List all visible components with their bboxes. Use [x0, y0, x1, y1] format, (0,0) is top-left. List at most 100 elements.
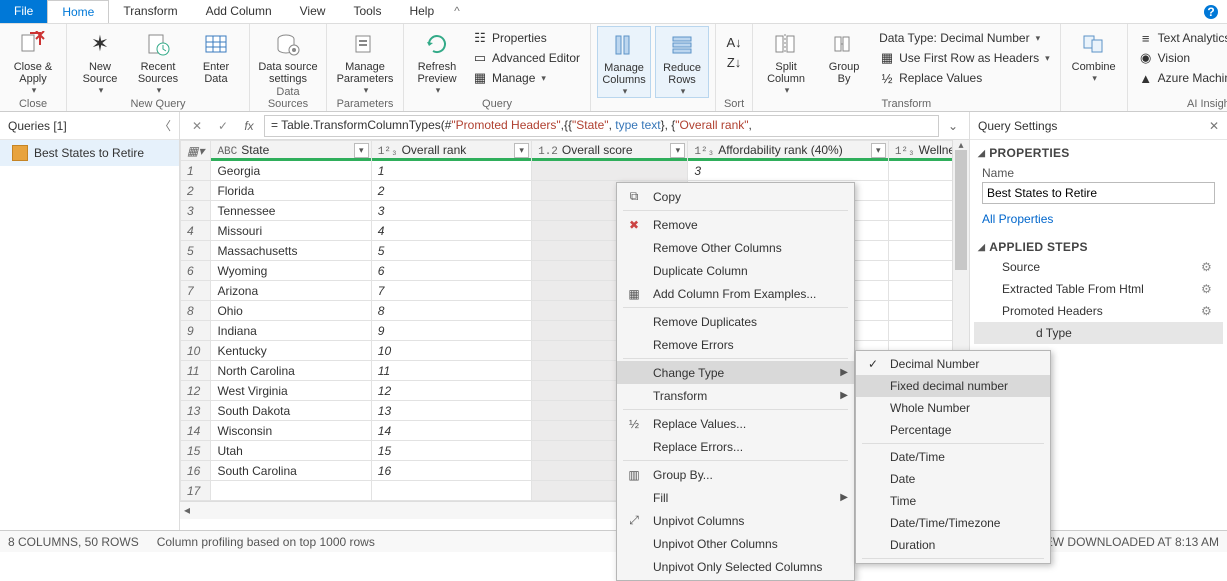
vision-button[interactable]: ◉Vision: [1134, 48, 1227, 68]
filter-icon[interactable]: ▾: [354, 143, 369, 158]
cell-state[interactable]: Ohio: [211, 301, 371, 321]
triangle-icon[interactable]: ◢: [978, 148, 985, 159]
ctx-add-from-examples[interactable]: ▦Add Column From Examples...: [617, 282, 854, 305]
ctx-copy[interactable]: ⧉Copy: [617, 185, 854, 208]
type-whole[interactable]: Whole Number: [856, 397, 1050, 419]
row-number[interactable]: 16: [181, 461, 211, 481]
row-number[interactable]: 15: [181, 441, 211, 461]
filter-icon[interactable]: ▾: [871, 143, 886, 158]
reduce-rows-button[interactable]: Reduce Rows▾: [655, 26, 709, 98]
col-score[interactable]: 1.2Overall score▾: [532, 141, 688, 161]
ctx-replace-errors[interactable]: Replace Errors...: [617, 435, 854, 458]
step-promoted[interactable]: Promoted Headers⚙: [974, 300, 1223, 322]
col-state[interactable]: ABCState▾: [211, 141, 371, 161]
row-number[interactable]: 10: [181, 341, 211, 361]
cell-rank[interactable]: 11: [371, 361, 531, 381]
ctx-change-type[interactable]: Change Type▶: [617, 361, 854, 384]
col-rank[interactable]: 1²₃Overall rank▾: [371, 141, 531, 161]
cell-state[interactable]: Massachusetts: [211, 241, 371, 261]
cell-state[interactable]: South Dakota: [211, 401, 371, 421]
step-source[interactable]: Source⚙: [974, 256, 1223, 278]
row-number[interactable]: 13: [181, 401, 211, 421]
manage-button[interactable]: ▦Manage▾: [468, 68, 584, 88]
cell-state[interactable]: Utah: [211, 441, 371, 461]
menu-transform[interactable]: Transform: [109, 0, 191, 23]
menu-tools[interactable]: Tools: [339, 0, 395, 23]
triangle-icon[interactable]: ◢: [978, 242, 985, 253]
type-datetime[interactable]: Date/Time: [856, 446, 1050, 468]
row-number[interactable]: 14: [181, 421, 211, 441]
ctx-unpivot-sel[interactable]: Unpivot Only Selected Columns: [617, 555, 854, 578]
all-properties-link[interactable]: All Properties: [982, 212, 1053, 226]
ctx-replace-values[interactable]: ½Replace Values...: [617, 412, 854, 435]
data-source-settings-button[interactable]: Data source settings: [256, 26, 320, 85]
text-analytics-button[interactable]: ≡Text Analytics: [1134, 28, 1227, 48]
cell-state[interactable]: North Carolina: [211, 361, 371, 381]
formula-cancel[interactable]: ✕: [186, 115, 208, 137]
type-date[interactable]: Date: [856, 468, 1050, 490]
cell-rank[interactable]: 3: [371, 201, 531, 221]
type-percentage[interactable]: Percentage: [856, 419, 1050, 441]
ctx-group-by[interactable]: ▥Group By...: [617, 463, 854, 486]
cell-rank[interactable]: 13: [371, 401, 531, 421]
ctx-unpivot[interactable]: ⤢Unpivot Columns: [617, 509, 854, 532]
table-row[interactable]: 1Georgia1 3: [181, 161, 969, 181]
queries-collapse[interactable]: 〈: [159, 117, 171, 134]
row-number[interactable]: 12: [181, 381, 211, 401]
row-number[interactable]: 2: [181, 181, 211, 201]
ctx-fill[interactable]: Fill▶: [617, 486, 854, 509]
cell-rank[interactable]: 1: [371, 161, 531, 181]
formula-input[interactable]: = Table.TransformColumnTypes(#"Promoted …: [264, 115, 939, 137]
cell-rank[interactable]: 4: [371, 221, 531, 241]
formula-fx[interactable]: fx: [238, 115, 260, 137]
first-row-headers-button[interactable]: ▦Use First Row as Headers▾: [875, 48, 1054, 68]
close-apply-button[interactable]: Close & Apply▾: [6, 26, 60, 96]
cell-rank[interactable]: 12: [371, 381, 531, 401]
type-duration[interactable]: Duration: [856, 534, 1050, 556]
new-source-button[interactable]: ✶New Source▾: [73, 26, 127, 96]
menu-file[interactable]: File: [0, 0, 47, 23]
aml-button[interactable]: ▲Azure Machine Learning: [1134, 68, 1227, 88]
row-number[interactable]: 6: [181, 261, 211, 281]
cell-state[interactable]: South Carolina: [211, 461, 371, 481]
type-dtz[interactable]: Date/Time/Timezone: [856, 512, 1050, 534]
ctx-transform[interactable]: Transform▶: [617, 384, 854, 407]
cell-rank[interactable]: 5: [371, 241, 531, 261]
cell-state[interactable]: Indiana: [211, 321, 371, 341]
row-number[interactable]: 17: [181, 481, 211, 501]
properties-button[interactable]: ☷Properties: [468, 28, 584, 48]
menu-add-column[interactable]: Add Column: [192, 0, 286, 23]
cell-state[interactable]: Georgia: [211, 161, 371, 181]
ctx-remove-dup[interactable]: Remove Duplicates: [617, 310, 854, 333]
ctx-remove-err[interactable]: Remove Errors: [617, 333, 854, 356]
recent-sources-button[interactable]: Recent Sources▾: [131, 26, 185, 96]
filter-icon[interactable]: ▾: [670, 143, 685, 158]
cell-state[interactable]: Wisconsin: [211, 421, 371, 441]
type-fixed-decimal[interactable]: Fixed decimal number: [856, 375, 1050, 397]
name-input[interactable]: [982, 182, 1215, 204]
ctx-duplicate[interactable]: Duplicate Column: [617, 259, 854, 282]
replace-values-button[interactable]: ½Replace Values: [875, 68, 1054, 88]
data-type-button[interactable]: Data Type: Decimal Number▾: [875, 28, 1054, 48]
row-number[interactable]: 5: [181, 241, 211, 261]
group-by-button[interactable]: Group By: [817, 26, 871, 85]
cell-state[interactable]: Florida: [211, 181, 371, 201]
query-item[interactable]: Best States to Retire: [0, 140, 179, 166]
gear-icon[interactable]: ⚙: [1201, 304, 1215, 318]
advanced-editor-button[interactable]: ▭Advanced Editor: [468, 48, 584, 68]
cell-rank[interactable]: 10: [371, 341, 531, 361]
cell-state[interactable]: [211, 481, 371, 501]
row-corner[interactable]: ▦▾: [181, 141, 211, 161]
cell-afford[interactable]: 3: [688, 161, 888, 181]
cell-state[interactable]: Arizona: [211, 281, 371, 301]
ctx-remove-other[interactable]: Remove Other Columns: [617, 236, 854, 259]
row-number[interactable]: 7: [181, 281, 211, 301]
manage-parameters-button[interactable]: Manage Parameters▾: [333, 26, 397, 96]
menu-help[interactable]: Help: [395, 0, 448, 23]
row-number[interactable]: 1: [181, 161, 211, 181]
row-number[interactable]: 11: [181, 361, 211, 381]
refresh-preview-button[interactable]: Refresh Preview▾: [410, 26, 464, 96]
cell-score[interactable]: [532, 161, 688, 181]
ctx-remove[interactable]: ✖Remove: [617, 213, 854, 236]
cell-rank[interactable]: 14: [371, 421, 531, 441]
